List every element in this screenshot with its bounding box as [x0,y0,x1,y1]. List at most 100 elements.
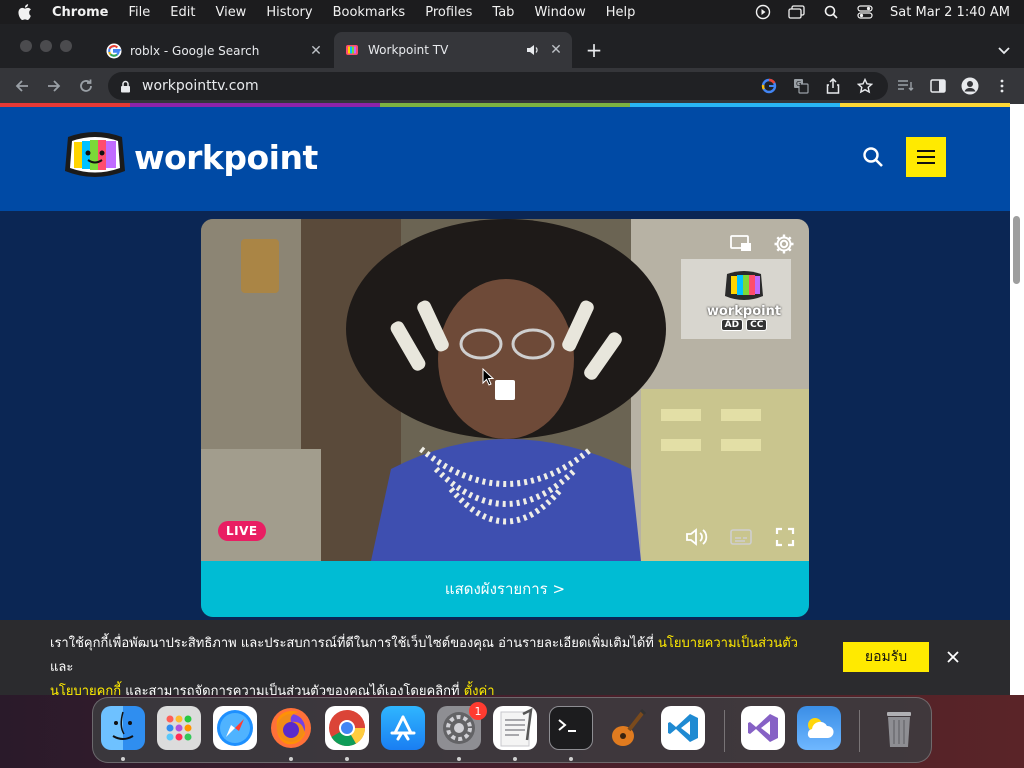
menu-window[interactable]: Window [534,5,585,20]
chrome-icon[interactable] [325,706,369,750]
forward-arrow-icon[interactable] [44,76,64,96]
workpoint-watermark-icon [725,270,763,300]
chrome-menu-kebab-icon[interactable] [992,76,1012,96]
volume-speaker-icon[interactable] [681,525,713,549]
weather-icon[interactable] [797,706,841,750]
accept-cookies-button[interactable]: ยอมรับ [843,642,929,672]
menu-edit[interactable]: Edit [170,5,195,20]
vscode-icon[interactable] [661,706,705,750]
audio-description-badge: AD [720,318,744,331]
close-icon[interactable] [946,649,962,665]
cookie-settings-link[interactable]: ตั้งค่า [464,684,495,695]
tab-title: roblx - Google Search [130,44,260,58]
reload-icon[interactable] [76,76,96,96]
menu-history[interactable]: History [266,5,312,20]
textedit-icon[interactable] [493,706,537,750]
lock-icon[interactable] [120,79,132,93]
safari-icon[interactable] [213,706,257,750]
cookie-text-and: และ [50,660,74,675]
screen-mirroring-icon[interactable] [788,4,806,20]
translate-icon[interactable]: G [792,77,810,95]
reading-list-icon[interactable] [896,76,916,96]
running-indicator [289,757,293,761]
running-indicator [513,757,517,761]
menu-line [917,156,935,158]
running-indicator [569,757,573,761]
tab-title: Workpoint TV [368,43,449,57]
visual-studio-icon[interactable] [741,706,785,750]
scrollbar-thumb[interactable] [1013,216,1020,284]
menu-bookmarks[interactable]: Bookmarks [333,5,406,20]
cookie-consent-banner: เราใช้คุกกี้เพื่อพัฒนาประสิทธิภาพ และประ… [0,620,1010,695]
spotlight-search-icon[interactable] [822,4,840,20]
menu-line [917,162,935,164]
menu-profiles[interactable]: Profiles [425,5,472,20]
trash-icon[interactable] [877,706,921,750]
google-lens-icon[interactable] [760,77,778,95]
menu-bar-clock[interactable]: Sat Mar 2 1:40 AM [890,5,1010,20]
page-scrollbar[interactable] [1010,104,1024,695]
cookie-text-part-1: เราใช้คุกกี้เพื่อพัฒนาประสิทธิภาพ และประ… [50,636,658,651]
terminal-icon[interactable] [549,706,593,750]
tab-close-icon[interactable]: ✕ [308,43,324,59]
share-icon[interactable] [824,77,842,95]
video-frame[interactable]: workpoint AD CC LIVE [201,219,809,561]
privacy-policy-link[interactable]: นโยบายความเป็นส่วนตัว [658,636,798,651]
show-schedule-button[interactable]: แสดงผังรายการ > [201,561,809,617]
menu-app-name[interactable]: Chrome [52,5,109,20]
channel-watermark: workpoint AD CC [706,261,782,337]
live-video-player[interactable]: workpoint AD CC LIVE แสดงผังรายการ > [201,219,809,617]
tab-close-icon[interactable]: ✕ [548,42,564,58]
site-brand-name: workpoint [134,137,318,177]
menu-tab[interactable]: Tab [492,5,514,20]
cookie-consent-text: เราใช้คุกกี้เพื่อพัฒนาประสิทธิภาพ และประ… [50,632,810,695]
new-tab-plus-icon[interactable]: + [584,40,604,60]
live-badge: LIVE [218,521,266,541]
finder-icon[interactable] [101,706,145,750]
menu-help[interactable]: Help [606,5,636,20]
closed-caption-badge: CC [746,318,768,331]
notification-badge: 1 [469,702,487,720]
fullscreen-icon[interactable] [771,525,799,549]
svg-text:G: G [796,80,801,88]
side-panel-icon[interactable] [928,76,948,96]
workpoint-tv-logo-icon [65,132,125,177]
site-header: workpoint [0,107,1010,211]
dock-separator [859,710,860,752]
google-icon [106,43,122,59]
tab-google-search[interactable]: roblx - Google Search ✕ [96,36,332,66]
bookmark-star-icon[interactable] [856,77,874,95]
menu-file[interactable]: File [129,5,151,20]
cast-miniplayer-icon[interactable] [723,231,759,257]
tab-workpoint-tv[interactable]: Workpoint TV ✕ [334,32,572,68]
window-close-button[interactable] [20,40,32,52]
tab-search-chevron-icon[interactable] [996,42,1012,58]
macos-dock: 1 [92,697,932,763]
stop-button[interactable] [495,380,515,400]
mouse-cursor-icon [481,368,495,386]
subtitles-icon[interactable] [727,525,755,549]
firefox-icon[interactable] [269,706,313,750]
launchpad-icon[interactable] [157,706,201,750]
watermark-brand-text: workpoint [706,303,782,319]
window-zoom-button[interactable] [60,40,72,52]
play-circle-icon[interactable] [754,4,772,20]
settings-gear-icon[interactable] [769,231,799,257]
app-store-icon[interactable] [381,706,425,750]
window-minimize-button[interactable] [40,40,52,52]
site-search-icon[interactable] [862,146,886,170]
url-text[interactable]: workpointtv.com [142,78,760,94]
address-bar[interactable]: workpointtv.com G [108,72,888,100]
profile-avatar-icon[interactable] [960,76,980,96]
apple-menu-icon[interactable] [18,4,36,20]
back-arrow-icon[interactable] [12,76,32,96]
control-center-icon[interactable] [856,4,874,20]
garageband-icon[interactable] [605,706,649,750]
menu-view[interactable]: View [215,5,246,20]
cookie-policy-link[interactable]: นโยบายคุกกี้ [50,684,121,695]
tab-audio-speaker-icon[interactable] [526,44,542,56]
watermark-badges: AD CC [720,318,768,331]
macos-menu-bar: Chrome File Edit View History Bookmarks … [0,0,1024,24]
hamburger-menu-button[interactable] [906,137,946,177]
workpoint-logo[interactable]: workpoint [62,127,318,187]
